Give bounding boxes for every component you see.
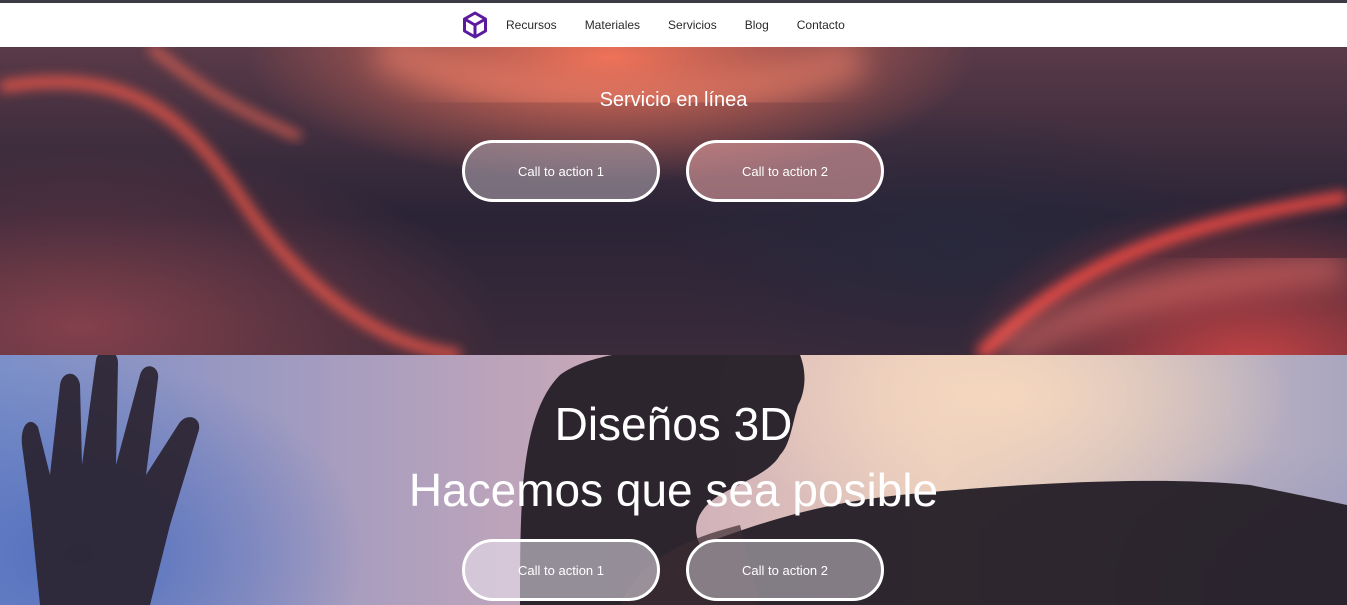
nav-link-materiales[interactable]: Materiales — [585, 18, 640, 32]
call-to-action-1-button[interactable]: Call to action 1 — [462, 539, 660, 601]
nav-link-contacto[interactable]: Contacto — [797, 18, 845, 32]
call-to-action-1-button[interactable]: Call to action 1 — [462, 140, 660, 202]
navbar: Recursos Materiales Servicios Blog Conta… — [0, 3, 1347, 47]
call-to-action-2-button[interactable]: Call to action 2 — [686, 140, 884, 202]
hero-title-line-2: Hacemos que sea posible — [408, 464, 939, 516]
cube-icon[interactable] — [462, 11, 488, 39]
hero-title-line-1: Diseños 3D — [554, 398, 793, 450]
hero-section-3d-designs: Diseños 3D Hacemos que sea posible Call … — [0, 355, 1347, 605]
hero-subtitle: Servicio en línea — [599, 89, 748, 111]
top-border — [0, 0, 1347, 3]
main-nav: Recursos Materiales Servicios Blog Conta… — [506, 3, 873, 47]
hero-section-online-service: Servicio en línea Call to action 1 Call … — [0, 47, 1347, 355]
nav-link-servicios[interactable]: Servicios — [668, 18, 717, 32]
nav-link-recursos[interactable]: Recursos — [506, 18, 557, 32]
nav-link-blog[interactable]: Blog — [745, 18, 769, 32]
call-to-action-2-button[interactable]: Call to action 2 — [686, 539, 884, 601]
